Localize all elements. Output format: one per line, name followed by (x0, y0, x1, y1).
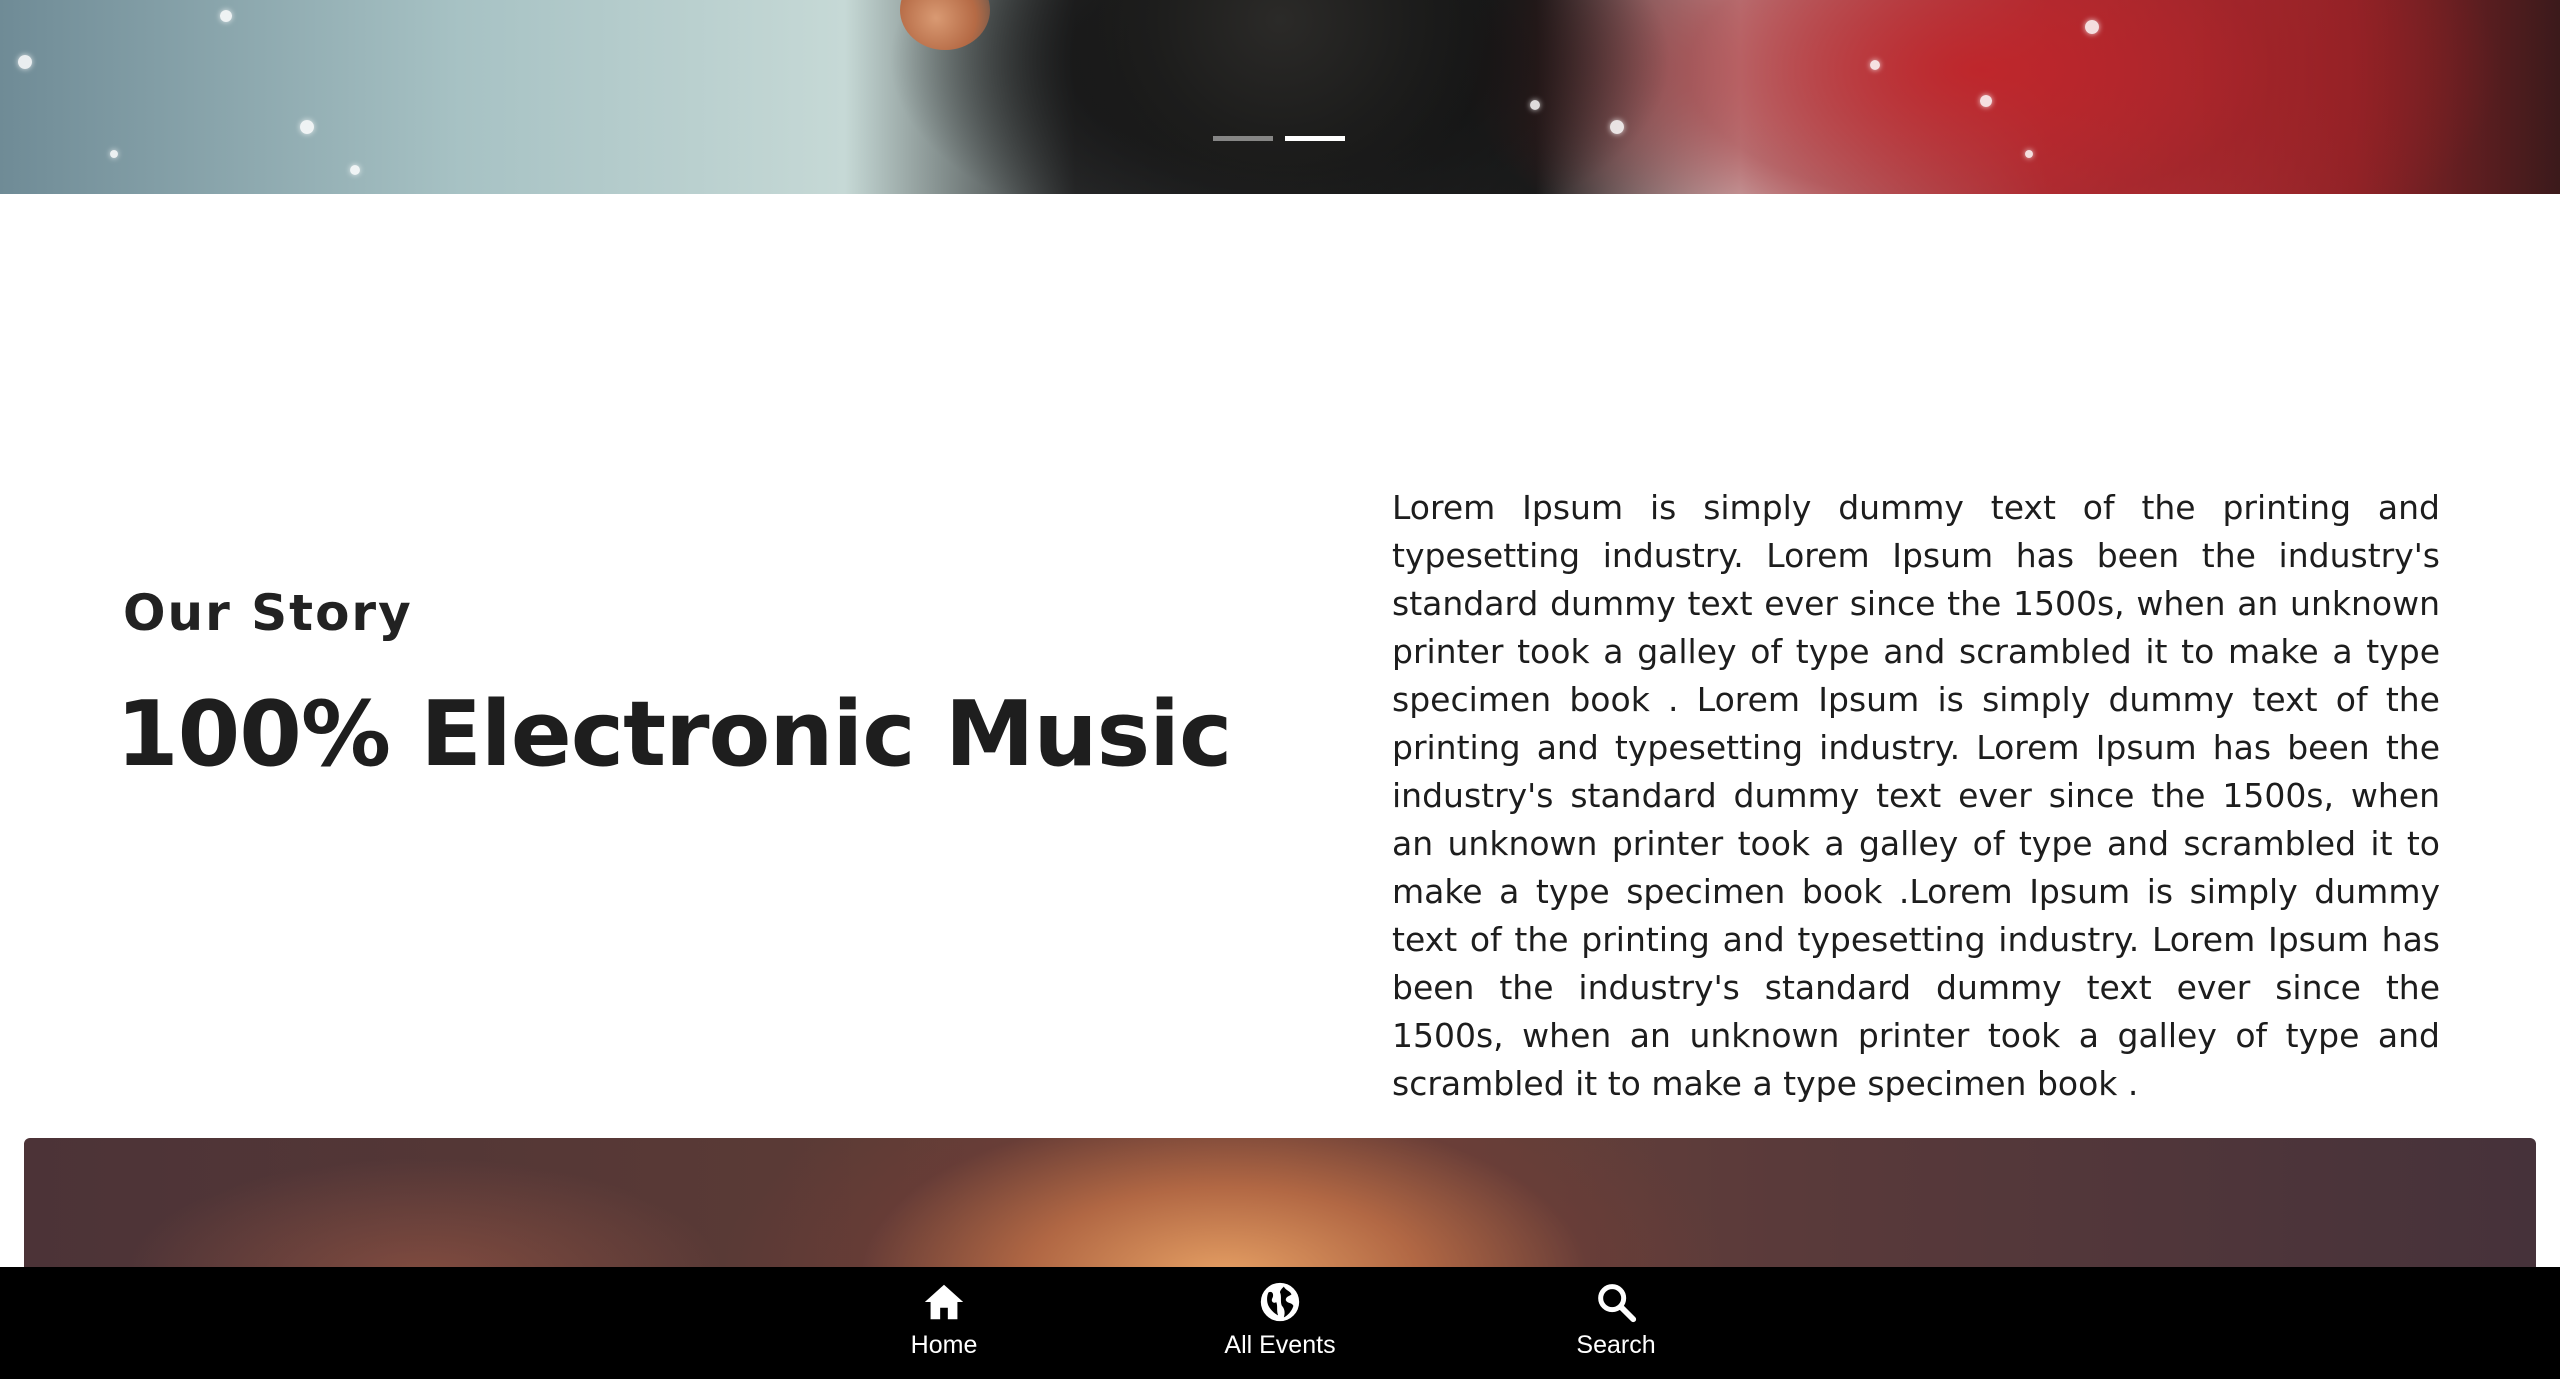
nav-all-events-button[interactable]: All Events (1180, 1279, 1380, 1360)
sparkle (1530, 100, 1540, 110)
carousel-indicator-2-active[interactable] (1285, 136, 1345, 141)
sparkle (110, 150, 118, 158)
sparkle (2085, 20, 2099, 34)
nav-search-button[interactable]: Search (1516, 1279, 1716, 1360)
home-icon (921, 1279, 967, 1325)
sparkle (1980, 95, 1992, 107)
nav-home-label: Home (910, 1331, 978, 1359)
section-headline: 100% Electronic Music (116, 682, 1232, 787)
search-icon (1593, 1279, 1639, 1325)
hero-performer-shoulder (900, 0, 990, 50)
sparkle (300, 120, 314, 134)
hero-carousel[interactable] (0, 0, 2560, 194)
globe-icon (1257, 1279, 1303, 1325)
nav-home-button[interactable]: Home (844, 1279, 1044, 1360)
sparkle (2025, 150, 2033, 158)
section-subtitle: Our Story (123, 584, 413, 642)
sparkle (1870, 60, 1880, 70)
carousel-indicators (1213, 136, 1345, 141)
sparkle (18, 55, 32, 69)
sparkle (220, 10, 232, 22)
story-paragraph: Lorem Ipsum is simply dummy text of the … (1392, 488, 2440, 1103)
bottom-navigation: Home All Events Search (0, 1267, 2560, 1379)
hero-performer-figure (1070, 0, 1490, 194)
sparkle (350, 165, 360, 175)
carousel-indicator-1[interactable] (1213, 136, 1273, 141)
our-story-section: Our Story 100% Electronic Music Lorem Ip… (0, 194, 2560, 1134)
nav-search-label: Search (1576, 1331, 1656, 1359)
sparkle (1610, 120, 1624, 134)
nav-all-events-label: All Events (1224, 1331, 1336, 1359)
